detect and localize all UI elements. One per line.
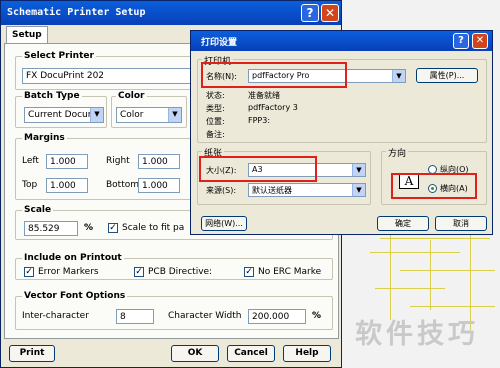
color-select[interactable]: Color ▼ (116, 107, 182, 123)
status-value: 准备就绪 (248, 91, 280, 100)
cancel-button[interactable]: 取消 (435, 216, 487, 231)
printer-value: FX DocuPrint 202 (26, 71, 105, 81)
where-label: 位置: (206, 117, 225, 126)
help-icon[interactable]: ? (301, 4, 319, 22)
bottom-margin-label: Bottom (106, 180, 140, 190)
status-label: 状态: (206, 91, 225, 100)
orientation-group-label: 方向 (386, 146, 409, 159)
highlight-orientation (391, 173, 477, 199)
ok-button[interactable]: OK (171, 345, 219, 362)
bottom-margin-input[interactable]: 1.000 (138, 178, 180, 193)
right-margin-label: Right (106, 156, 130, 166)
scale-to-fit-checkbox[interactable]: ✓ (108, 223, 118, 233)
pcb-directives-checkbox[interactable]: ✓ (134, 267, 144, 277)
character-width-label: Character Width (168, 311, 242, 321)
top-margin-label: Top (22, 180, 38, 190)
dialog-title: Schematic Printer Setup (1, 1, 341, 25)
include-group: Include on Printout ✓ Error Markers ✓ PC… (15, 253, 333, 280)
error-markers-label: Error Markers (38, 267, 99, 277)
right-margin-input[interactable]: 1.000 (138, 154, 180, 169)
no-erc-checkbox[interactable]: ✓ (244, 267, 254, 277)
scale-label: Scale (22, 205, 54, 215)
chevron-down-icon[interactable]: ▼ (352, 184, 365, 196)
paper-source-value: 默认送纸器 (252, 186, 292, 195)
print-setup-title: 打印设置 (191, 31, 492, 51)
vector-font-group: Vector Font Options Inter-character 8 Ch… (15, 291, 333, 330)
color-label: Color (116, 91, 147, 101)
left-margin-input[interactable]: 1.000 (46, 154, 88, 169)
network-button[interactable]: 网络(W)... (201, 216, 247, 231)
watermark-text: 软件技巧 (355, 319, 479, 350)
properties-button[interactable]: 属性(P)... (416, 68, 478, 83)
help-button[interactable]: Help (283, 345, 331, 362)
error-markers-checkbox[interactable]: ✓ (24, 267, 34, 277)
chevron-down-icon[interactable]: ▼ (168, 108, 181, 122)
comment-label: 备注: (206, 130, 225, 139)
cancel-button[interactable]: Cancel (227, 345, 275, 362)
highlight-name (201, 62, 347, 88)
vector-font-label: Vector Font Options (22, 291, 128, 301)
help-icon[interactable]: ? (453, 33, 469, 49)
batch-type-group: Batch Type Current Docum ▼ (15, 91, 107, 128)
include-label: Include on Printout (22, 253, 124, 263)
print-button[interactable]: Print (9, 345, 55, 362)
where-value: FPP3: (248, 116, 271, 125)
select-printer-label: Select Printer (22, 51, 96, 61)
inter-character-label: Inter-character (22, 311, 89, 321)
top-margin-input[interactable]: 1.000 (46, 178, 88, 193)
batch-type-label: Batch Type (22, 91, 82, 101)
type-label: 类型: (206, 104, 225, 113)
screen: 软件技巧 Schematic Printer Setup ? ✕ Setup S… (0, 0, 500, 368)
color-value: Color (120, 110, 144, 120)
chevron-down-icon[interactable]: ▼ (392, 70, 405, 82)
inter-character-input[interactable]: 8 (116, 309, 154, 324)
chevron-down-icon[interactable]: ▼ (352, 164, 365, 176)
pcb-directives-label: PCB Directive: (148, 267, 213, 277)
paper-source-select[interactable]: 默认送纸器 ▼ (248, 183, 366, 197)
no-erc-label: No ERC Marke (258, 267, 322, 277)
left-margin-label: Left (22, 156, 39, 166)
close-icon[interactable]: ✕ (472, 33, 488, 49)
color-group: Color Color ▼ (111, 91, 187, 128)
scale-unit: % (84, 223, 94, 233)
highlight-size (199, 156, 317, 182)
print-setup-dialog: 打印设置 ? ✕ 打印机 名称(N): pdfFactory Pro ▼ 属性(P… (190, 30, 493, 235)
scale-input[interactable]: 85.529 (24, 221, 78, 236)
chevron-down-icon[interactable]: ▼ (90, 108, 103, 122)
scale-to-fit-label: Scale to fit pa (122, 223, 185, 233)
batch-type-select[interactable]: Current Docum ▼ (24, 107, 104, 123)
ok-button[interactable]: 确定 (377, 216, 429, 231)
character-width-unit: % (312, 311, 322, 321)
character-width-input[interactable]: 200.000 (248, 309, 306, 324)
close-icon[interactable]: ✕ (321, 4, 339, 22)
type-value: pdfFactory 3 (248, 103, 298, 112)
batch-type-value: Current Docum (28, 110, 97, 120)
margins-label: Margins (22, 133, 67, 143)
source-label: 来源(S): (206, 186, 237, 195)
tab-setup[interactable]: Setup (6, 26, 48, 44)
